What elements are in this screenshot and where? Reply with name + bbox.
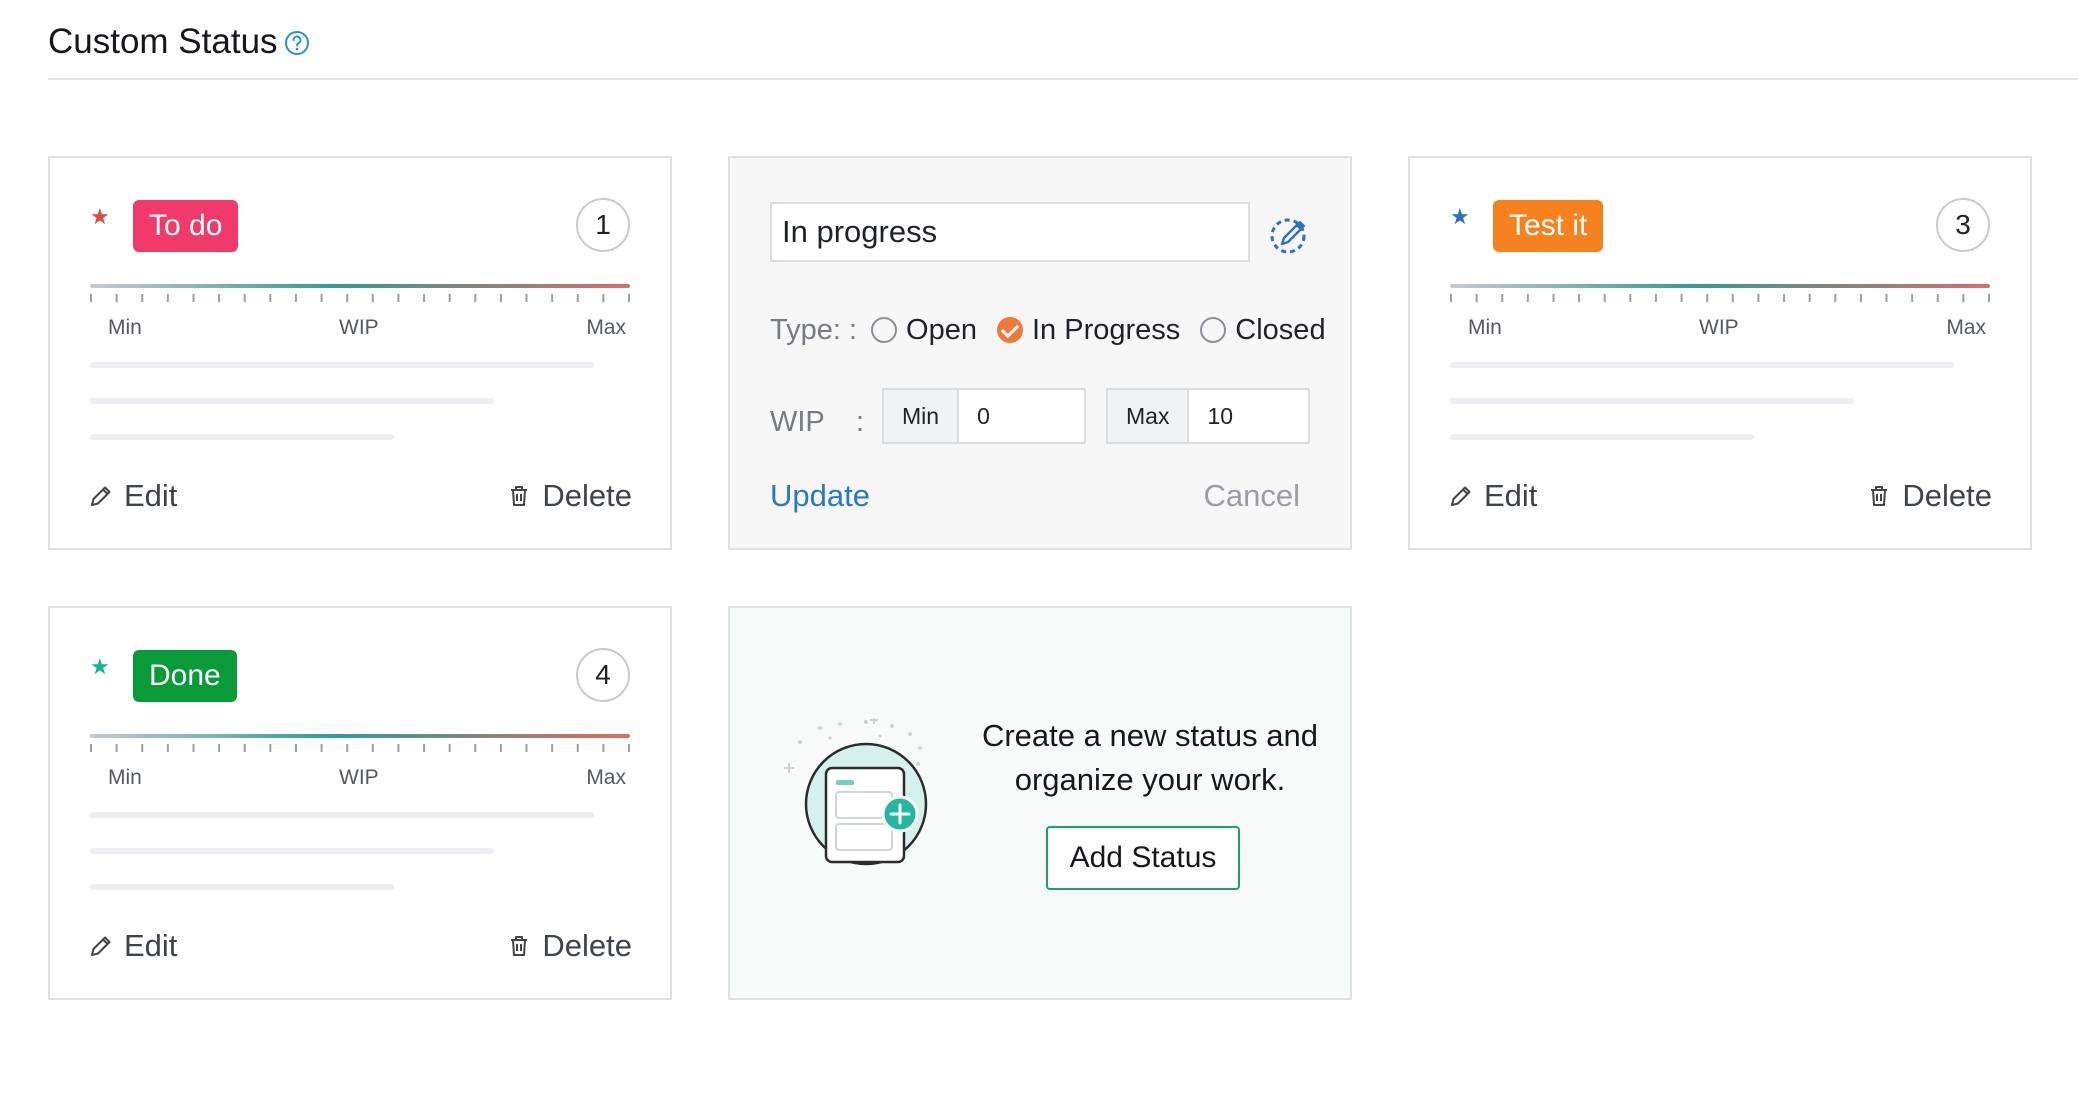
edit-button[interactable]: Edit [88,928,177,964]
status-card-test-it: ★ Test it 3 Min WIP Max Edit Delete [1408,156,2032,550]
wip-min-prefix: Min [884,390,960,442]
status-tag: Done [133,650,237,702]
delete-button[interactable]: Delete [506,928,632,964]
status-count-badge: 4 [576,648,630,702]
type-option-in-progress[interactable]: In Progress [997,314,1180,347]
wip-label: WIP [1699,316,1739,339]
radio-open[interactable] [871,317,898,343]
wip-min-label: Min [108,316,142,339]
wip-max-prefix: Max [1108,390,1190,442]
wip-max-input[interactable]: 10 [1189,390,1251,442]
wip-range-bar [90,284,630,288]
pencil-icon [1451,486,1471,506]
edit-label: Edit [1484,478,1538,513]
delete-label: Delete [542,478,632,513]
trash-icon [511,936,528,956]
wip-min-label: Min [1468,316,1502,339]
delete-button[interactable]: Delete [1866,478,1992,514]
placeholder-line [90,884,394,890]
status-tag: To do [133,200,239,252]
wip-range-bar [90,734,630,738]
question-circle-icon[interactable] [284,30,310,56]
wip-label: WIP [339,316,379,339]
placeholder-line [90,812,594,818]
cancel-button[interactable]: Cancel [1204,478,1301,514]
status-tag: Test it [1493,200,1604,252]
placeholder-line [1450,434,1754,440]
status-name-input[interactable]: In progress [770,202,1250,262]
add-status-card: Create a new status and organize your wo… [728,606,1352,1000]
edit-button[interactable]: Edit [1448,478,1537,514]
wip-min-input[interactable]: 0 [959,390,1008,442]
wip-ticks [90,744,630,752]
placeholder-line [90,362,594,368]
edit-label: Edit [124,928,178,963]
page-title: Custom Status [48,22,278,61]
star-icon: ★ [1450,204,1470,229]
wip-max-label: Max [1946,316,1986,339]
add-status-message-line: Create a new status and [981,718,1319,753]
status-edit-card: In progress Type: : Open In Progress Clo… [728,156,1352,550]
add-status-message: Create a new status and organize your wo… [950,714,1350,802]
status-card-done: ★ Done 4 Min WIP Max Edit Delete [48,606,672,1000]
new-status-illustration [784,718,928,866]
page-header: Custom Status [48,20,2078,80]
type-option-label: Closed [1235,313,1326,346]
pencil-icon [91,486,111,506]
delete-button[interactable]: Delete [506,478,632,514]
trash-icon [511,486,528,506]
pencil-icon [91,936,111,956]
trash-icon [1871,486,1888,506]
wip-ticks [90,294,630,302]
add-status-message-line: organize your work. [1014,762,1286,797]
edit-button[interactable]: Edit [88,478,177,514]
radio-closed[interactable] [1200,317,1227,343]
type-label: Type: : [770,313,858,346]
wip-field-colon: : [856,406,865,438]
placeholder-line [90,398,494,404]
wip-max-label: Max [586,316,626,339]
placeholder-line [90,848,494,854]
wip-field-label: WIP [770,406,825,438]
star-icon: ★ [90,654,110,679]
type-selector: Type: : Open In Progress Closed [770,310,1326,350]
status-count-badge: 1 [576,198,630,252]
placeholder-line [90,434,394,440]
status-card-todo: ★ To do 1 Min WIP Max Edit Delete [48,156,672,550]
delete-label: Delete [1902,478,1992,513]
wip-min-field[interactable]: Min 0 [882,388,1086,444]
placeholder-line [1450,362,1954,368]
add-status-button[interactable]: Add Status [1046,826,1240,890]
type-option-label: Open [906,313,977,346]
type-option-open[interactable]: Open [871,314,977,347]
wip-min-label: Min [108,766,142,789]
color-picker-icon[interactable] [1268,212,1312,256]
edit-label: Edit [124,478,178,513]
placeholder-line [1450,398,1854,404]
wip-label: WIP [339,766,379,789]
wip-ticks [1450,294,1990,302]
update-button[interactable]: Update [770,478,870,514]
delete-label: Delete [542,928,632,963]
star-icon: ★ [90,204,110,229]
status-count-badge: 3 [1936,198,1990,252]
wip-max-label: Max [586,766,626,789]
wip-range-bar [1450,284,1990,288]
wip-max-field[interactable]: Max 10 [1106,388,1310,444]
type-option-label: In Progress [1032,313,1181,346]
radio-in-progress[interactable] [997,317,1023,343]
type-option-closed[interactable]: Closed [1200,313,1326,347]
